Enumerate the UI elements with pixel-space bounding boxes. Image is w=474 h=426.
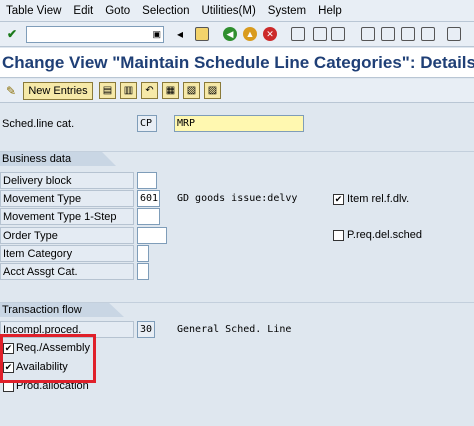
select-all-icon[interactable]: ▨ xyxy=(204,82,221,99)
last-page-icon[interactable] xyxy=(420,26,436,42)
find-icon[interactable] xyxy=(312,26,328,42)
new-entries-button[interactable]: New Entries xyxy=(23,82,93,100)
movement-type-field[interactable]: 601 xyxy=(137,190,160,207)
system-toolbar: ✔ ▣ ◂ ◀ ▲ ✕ xyxy=(0,22,474,47)
delivery-block-field[interactable] xyxy=(137,172,157,189)
new-session-icon[interactable] xyxy=(446,26,462,42)
preq-del-sched-label: P.req.del.sched xyxy=(347,229,423,241)
print-icon[interactable] xyxy=(290,26,306,42)
incompl-proced-desc: General Sched. Line xyxy=(177,324,292,335)
movement-type-desc: GD goods issue:delvy xyxy=(177,193,298,204)
find-next-icon[interactable] xyxy=(330,26,346,42)
menu-system[interactable]: System xyxy=(262,5,312,17)
sched-line-cat-field[interactable]: CP xyxy=(137,115,157,132)
highlight-annotation xyxy=(0,334,96,383)
incompl-proced-field[interactable]: 30 xyxy=(137,321,155,338)
order-type-field[interactable] xyxy=(137,227,167,244)
item-category-field[interactable] xyxy=(137,245,149,262)
separator-icon: ◂ xyxy=(176,27,184,41)
exit-icon[interactable]: ▲ xyxy=(242,26,258,42)
page-title: Change View "Maintain Schedule Line Cate… xyxy=(2,53,474,72)
sched-line-desc-field[interactable]: MRP xyxy=(174,115,304,132)
order-type-label: Order Type xyxy=(0,227,134,244)
next-entry-icon[interactable]: ▧ xyxy=(183,82,200,99)
item-category-label: Item Category xyxy=(0,245,134,262)
title-bar: Change View "Maintain Schedule Line Cate… xyxy=(0,48,474,78)
menu-bar: Table View Edit Goto Selection Utilities… xyxy=(0,0,474,22)
movement-type-label: Movement Type xyxy=(0,190,134,207)
undo-change-icon[interactable]: ↶ xyxy=(141,82,158,99)
back-icon[interactable]: ◀ xyxy=(222,26,238,42)
delivery-block-label: Delivery block xyxy=(0,172,134,189)
enter-check-icon[interactable]: ✔ xyxy=(4,26,20,42)
display-change-icon[interactable]: ✎ xyxy=(3,83,19,99)
menu-goto[interactable]: Goto xyxy=(99,5,136,17)
menu-edit[interactable]: Edit xyxy=(67,5,99,17)
menu-table-view[interactable]: Table View xyxy=(0,5,67,17)
menu-help[interactable]: Help xyxy=(312,5,348,17)
preq-del-sched-checkbox[interactable] xyxy=(333,230,344,241)
command-field[interactable]: ▣ xyxy=(26,26,164,43)
previous-entry-icon[interactable]: ▦ xyxy=(162,82,179,99)
cancel-icon[interactable]: ✕ xyxy=(262,26,278,42)
movement-type-1step-label: Movement Type 1-Step xyxy=(0,208,134,225)
acct-assgt-cat-label: Acct Assgt Cat. xyxy=(0,263,134,280)
item-rel-fdlv-checkbox[interactable]: ✔ xyxy=(333,194,344,205)
dropdown-icon[interactable]: ▣ xyxy=(152,29,161,40)
business-data-group: Business data Delivery block Movement Ty… xyxy=(0,151,474,296)
application-toolbar: ✎ New Entries ▤ ▥ ↶ ▦ ▧ ▨ xyxy=(0,79,474,103)
menu-utilities[interactable]: Utilities(M) xyxy=(195,5,261,17)
item-rel-fdlv-label: Item rel.f.dlv. xyxy=(347,193,410,205)
menu-selection[interactable]: Selection xyxy=(136,5,195,17)
first-page-icon[interactable] xyxy=(360,26,376,42)
business-data-header: Business data xyxy=(0,152,116,166)
next-page-icon[interactable] xyxy=(400,26,416,42)
movement-type-1step-field[interactable] xyxy=(137,208,160,225)
transaction-flow-header: Transaction flow xyxy=(0,303,124,317)
delete-icon[interactable]: ▥ xyxy=(120,82,137,99)
save-icon[interactable] xyxy=(194,26,210,42)
sched-line-cat-label: Sched.line cat. xyxy=(2,117,75,130)
previous-page-icon[interactable] xyxy=(380,26,396,42)
acct-assgt-cat-field[interactable] xyxy=(137,263,149,280)
copy-as-icon[interactable]: ▤ xyxy=(99,82,116,99)
